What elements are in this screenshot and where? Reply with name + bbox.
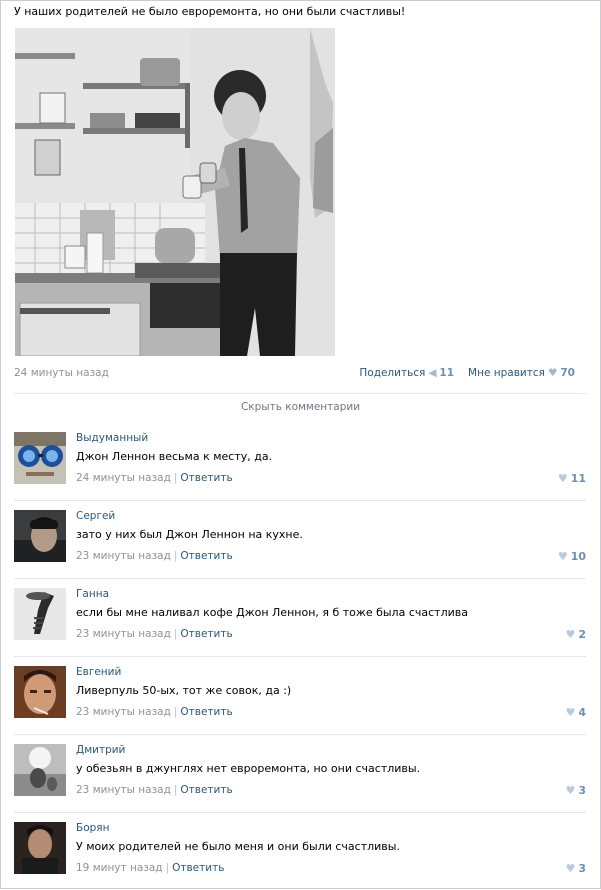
post-time[interactable]: 24 минуты назад bbox=[14, 367, 109, 379]
heart-icon: ♥ bbox=[547, 367, 558, 379]
share-label: Поделиться bbox=[359, 367, 426, 379]
heart-icon: ♥ bbox=[557, 472, 568, 485]
comment-author[interactable]: Дмитрий bbox=[76, 744, 125, 756]
comment-text: зато у них был Джон Леннон на кухне. bbox=[76, 528, 303, 541]
like-count: 70 bbox=[560, 367, 575, 379]
comment-like-button[interactable]: ♥ 10 bbox=[558, 550, 586, 563]
post-photo[interactable] bbox=[15, 28, 335, 356]
divider bbox=[14, 393, 587, 394]
reply-link[interactable]: Ответить bbox=[180, 784, 232, 796]
kitchen-photo bbox=[15, 28, 335, 356]
comment-time[interactable]: 23 минуты назад bbox=[76, 628, 171, 640]
comment-meta: 23 минуты назад | Ответить bbox=[76, 628, 233, 640]
comment-text: У моих родителей не было меня и они были… bbox=[76, 840, 400, 853]
post-text: У наших родителей не было евроремонта, н… bbox=[14, 5, 406, 18]
comment-like-button[interactable]: ♥ 2 bbox=[565, 628, 586, 641]
megaphone-icon: ◀ bbox=[428, 367, 437, 379]
heart-icon: ♥ bbox=[565, 862, 576, 875]
comment-like-button[interactable]: ♥ 3 bbox=[565, 862, 586, 875]
reply-link[interactable]: Ответить bbox=[180, 628, 232, 640]
comment-meta: 23 минуты назад | Ответить bbox=[76, 784, 233, 796]
comment-like-count: 3 bbox=[578, 862, 586, 875]
comment-text: Джон Леннон весьма к месту, да. bbox=[76, 450, 273, 463]
comment-meta: 23 минуты назад | Ответить bbox=[76, 550, 233, 562]
comment-item: Сергей зато у них был Джон Леннон на кух… bbox=[14, 504, 586, 579]
avatar[interactable] bbox=[14, 744, 66, 796]
like-label: Мне нравится bbox=[468, 367, 545, 379]
comment-like-button[interactable]: ♥ 11 bbox=[558, 472, 586, 485]
comment-time[interactable]: 24 минуты назад bbox=[76, 472, 171, 484]
comment-like-count: 11 bbox=[570, 472, 586, 485]
reply-link[interactable]: Ответить bbox=[180, 706, 232, 718]
avatar-image bbox=[14, 432, 66, 484]
heart-icon: ♥ bbox=[565, 628, 576, 641]
avatar-image bbox=[14, 822, 66, 874]
comment-author[interactable]: Борян bbox=[76, 822, 109, 834]
avatar-image bbox=[14, 666, 66, 718]
comment-like-count: 10 bbox=[570, 550, 586, 563]
heart-icon: ♥ bbox=[557, 550, 568, 563]
comment-author[interactable]: Ганна bbox=[76, 588, 109, 600]
comment-meta: 23 минуты назад | Ответить bbox=[76, 706, 233, 718]
avatar[interactable] bbox=[14, 432, 66, 484]
separator: | bbox=[173, 784, 178, 796]
comment-like-button[interactable]: ♥ 3 bbox=[565, 784, 586, 797]
reply-link[interactable]: Ответить bbox=[180, 472, 232, 484]
comment-item: Борян У моих родителей не было меня и он… bbox=[14, 816, 586, 890]
comment-author[interactable]: Сергей bbox=[76, 510, 115, 522]
reply-link[interactable]: Ответить bbox=[180, 550, 232, 562]
comment-like-count: 3 bbox=[578, 784, 586, 797]
comment-time[interactable]: 23 минуты назад bbox=[76, 706, 171, 718]
comment-item: Выдуманный Джон Леннон весьма к месту, д… bbox=[14, 426, 586, 501]
comment-time[interactable]: 23 минуты назад bbox=[76, 784, 171, 796]
avatar-image bbox=[14, 588, 66, 640]
comment-text: если бы мне наливал кофе Джон Леннон, я … bbox=[76, 606, 468, 619]
like-button[interactable]: Мне нравится ♥ 70 bbox=[468, 367, 575, 379]
heart-icon: ♥ bbox=[565, 784, 576, 797]
comment-text: у обезьян в джунглях нет евроремонта, но… bbox=[76, 762, 421, 775]
reply-link[interactable]: Ответить bbox=[172, 862, 224, 874]
comment-like-count: 4 bbox=[578, 706, 586, 719]
comment-item: Ганна если бы мне наливал кофе Джон Ленн… bbox=[14, 582, 586, 657]
hide-comments-link[interactable]: Скрыть комментарии bbox=[0, 401, 601, 413]
avatar[interactable] bbox=[14, 666, 66, 718]
separator: | bbox=[173, 550, 178, 562]
comment-author[interactable]: Выдуманный bbox=[76, 432, 148, 444]
share-button[interactable]: Поделиться ◀ 11 bbox=[359, 367, 454, 379]
comment-item: Евгений Ливерпуль 50-ых, тот же совок, д… bbox=[14, 660, 586, 735]
avatar-image bbox=[14, 744, 66, 796]
separator: | bbox=[173, 472, 178, 484]
heart-icon: ♥ bbox=[565, 706, 576, 719]
comment-time[interactable]: 23 минуты назад bbox=[76, 550, 171, 562]
separator: | bbox=[173, 628, 178, 640]
comment-like-count: 2 bbox=[578, 628, 586, 641]
comment-like-button[interactable]: ♥ 4 bbox=[565, 706, 586, 719]
comment-time[interactable]: 19 минут назад bbox=[76, 862, 163, 874]
avatar[interactable] bbox=[14, 822, 66, 874]
avatar-image bbox=[14, 510, 66, 562]
share-count: 11 bbox=[439, 367, 455, 379]
comment-meta: 24 минуты назад | Ответить bbox=[76, 472, 233, 484]
avatar[interactable] bbox=[14, 588, 66, 640]
comment-item: Дмитрий у обезьян в джунглях нет еврорем… bbox=[14, 738, 586, 813]
separator: | bbox=[165, 862, 170, 874]
comment-author[interactable]: Евгений bbox=[76, 666, 121, 678]
post-actions: Поделиться ◀ 11 Мне нравится ♥ 70 bbox=[359, 367, 575, 379]
comment-text: Ливерпуль 50-ых, тот же совок, да :) bbox=[76, 684, 292, 697]
separator: | bbox=[173, 706, 178, 718]
comment-meta: 19 минут назад | Ответить bbox=[76, 862, 224, 874]
avatar[interactable] bbox=[14, 510, 66, 562]
